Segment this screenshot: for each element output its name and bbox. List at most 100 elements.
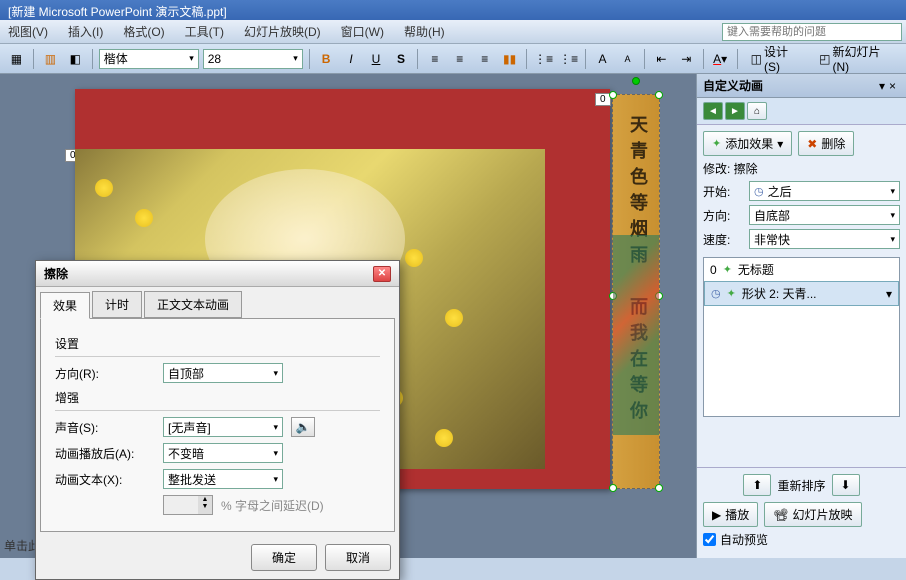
align-right-button[interactable]: ≡	[474, 48, 495, 70]
separator	[417, 49, 418, 69]
design-button[interactable]: ◫ 设计(S)	[744, 40, 809, 77]
direction-combo[interactable]: 自底部 ▾	[749, 205, 900, 225]
numbering-button[interactable]: ⋮≡	[533, 48, 554, 70]
speaker-icon: 🔈	[296, 420, 311, 434]
selection-handle[interactable]	[655, 91, 663, 99]
speed-combo[interactable]: 非常快 ▾	[749, 229, 900, 249]
dialog-tabs: 效果 计时 正文文本动画	[36, 287, 399, 318]
autopreview-input[interactable]	[703, 533, 716, 546]
sound-preview-button[interactable]: 🔈	[291, 417, 315, 437]
increase-font-button[interactable]: A	[592, 48, 613, 70]
new-slide-button[interactable]: ◰ 新幻灯片(N)	[812, 40, 900, 77]
effect-list-item[interactable]: ◷ ✦ 形状 2: 天青... ▾	[704, 281, 899, 306]
menu-view[interactable]: 视图(V)	[4, 21, 52, 42]
selection-handle[interactable]	[609, 91, 617, 99]
play-icon: ▶	[712, 508, 721, 522]
delete-effect-button[interactable]: ✖ 删除	[798, 131, 854, 156]
underline-button[interactable]: U	[366, 48, 387, 70]
reorder-label: 重新排序	[777, 477, 825, 494]
font-size-combo[interactable]: 28 ▾	[203, 49, 303, 69]
settings-group-label: 设置	[55, 335, 380, 352]
reorder-up-button[interactable]: ⬆	[743, 474, 771, 496]
reorder-down-button[interactable]: ⬇	[832, 474, 860, 496]
tab-text-animation[interactable]: 正文文本动画	[144, 291, 242, 318]
vertical-text-shape[interactable]: 0 天青色等烟雨 而我在等你	[612, 94, 660, 489]
separator	[703, 49, 704, 69]
nav-home-button[interactable]: ⌂	[747, 102, 767, 120]
dialog-titlebar[interactable]: 擦除 ✕	[36, 261, 399, 287]
menu-format[interactable]: 格式(O)	[119, 21, 168, 42]
play-button[interactable]: ▶ 播放	[703, 502, 758, 527]
tab-effect[interactable]: 效果	[40, 292, 90, 319]
shadow-button[interactable]: S	[390, 48, 411, 70]
distribute-button[interactable]: ▮▮	[499, 48, 520, 70]
nav-back-button[interactable]: ◄	[703, 102, 723, 120]
effect-list-item[interactable]: 0 ✦ 无标题	[704, 258, 899, 281]
menu-help[interactable]: 帮助(H)	[400, 21, 449, 42]
star-icon: ✦	[723, 263, 732, 276]
toolbar-icon-1[interactable]: ▦	[6, 48, 27, 70]
menu-insert[interactable]: 插入(I)	[64, 21, 107, 42]
start-value: 之后	[768, 183, 792, 200]
modify-label: 修改: 擦除	[703, 160, 900, 177]
direction-label: 方向:	[703, 207, 743, 224]
item-text: 形状 2: 天青...	[742, 285, 880, 302]
star-icon: ✦	[727, 287, 736, 300]
dropdown-icon: ▾	[777, 137, 783, 151]
font-name-combo[interactable]: 楷体 ▾	[99, 49, 199, 69]
separator	[92, 49, 93, 69]
effect-list[interactable]: 0 ✦ 无标题 ◷ ✦ 形状 2: 天青... ▾	[703, 257, 900, 417]
clock-icon: ◷	[754, 185, 764, 198]
bullets-button[interactable]: ⋮≡	[558, 48, 579, 70]
autopreview-checkbox[interactable]: 自动预览	[703, 527, 900, 552]
bold-button[interactable]: B	[316, 48, 337, 70]
banner-decoration	[613, 235, 659, 435]
slideshow-button[interactable]: 📽 幻灯片放映	[764, 502, 861, 527]
align-center-button[interactable]: ≡	[449, 48, 470, 70]
menu-window[interactable]: 窗口(W)	[337, 21, 388, 42]
after-animation-combo[interactable]: 不变暗 ▾	[163, 443, 283, 463]
rotate-handle[interactable]	[632, 77, 640, 85]
italic-button[interactable]: I	[341, 48, 362, 70]
dropdown-icon: ▾	[189, 53, 194, 64]
window-title: [新建 Microsoft PowerPoint 演示文稿.ppt]	[8, 5, 227, 19]
toolbar-icon-2[interactable]: ▥	[40, 48, 61, 70]
effect-options-dialog: 擦除 ✕ 效果 计时 正文文本动画 设置 方向(R): 自顶部 ▾ 增强 声音(…	[35, 260, 400, 580]
menu-slideshow[interactable]: 幻灯片放映(D)	[240, 21, 325, 42]
taskpane-title: 自定义动画	[703, 77, 879, 94]
taskpane-close-button[interactable]: ×	[885, 79, 900, 93]
selection-handle[interactable]	[655, 484, 663, 492]
slideshow-icon: 📽	[773, 508, 788, 522]
animate-text-value: 整批发送	[168, 471, 216, 488]
add-effect-button[interactable]: ✦ 添加效果 ▾	[703, 131, 792, 156]
decrease-indent-button[interactable]: ⇤	[651, 48, 672, 70]
design-label: 设计(S)	[764, 43, 801, 74]
dropdown-icon: ▾	[890, 234, 895, 245]
font-color-button[interactable]: A▾	[710, 48, 731, 70]
animate-text-label: 动画文本(X):	[55, 471, 155, 488]
menu-tools[interactable]: 工具(T)	[181, 21, 228, 42]
dialog-close-button[interactable]: ✕	[373, 266, 391, 282]
sound-combo[interactable]: [无声音] ▾	[163, 417, 283, 437]
increase-indent-button[interactable]: ⇥	[676, 48, 697, 70]
delay-spinner[interactable]: ▲▼	[163, 495, 213, 515]
speed-label: 速度:	[703, 231, 743, 248]
nav-forward-button[interactable]: ►	[725, 102, 745, 120]
direction-combo[interactable]: 自顶部 ▾	[163, 363, 283, 383]
taskpane-footer: ⬆ 重新排序 ⬇ ▶ 播放 📽 幻灯片放映 自动预览	[697, 467, 906, 558]
selection-handle[interactable]	[609, 484, 617, 492]
separator	[309, 49, 310, 69]
separator	[737, 49, 738, 69]
animate-text-combo[interactable]: 整批发送 ▾	[163, 469, 283, 489]
toolbar-icon-3[interactable]: ◧	[65, 48, 86, 70]
start-combo[interactable]: ◷ 之后 ▾	[749, 181, 900, 201]
dropdown-icon[interactable]: ▾	[886, 287, 892, 301]
tab-timing[interactable]: 计时	[92, 291, 142, 318]
enhance-group-label: 增强	[55, 389, 380, 406]
dropdown-icon: ▾	[293, 53, 298, 64]
decrease-font-button[interactable]: A	[617, 48, 638, 70]
help-search-input[interactable]	[722, 23, 902, 41]
align-left-button[interactable]: ≡	[424, 48, 445, 70]
delay-hint: % 字母之间延迟(D)	[221, 497, 324, 514]
after-value: 不变暗	[168, 445, 204, 462]
